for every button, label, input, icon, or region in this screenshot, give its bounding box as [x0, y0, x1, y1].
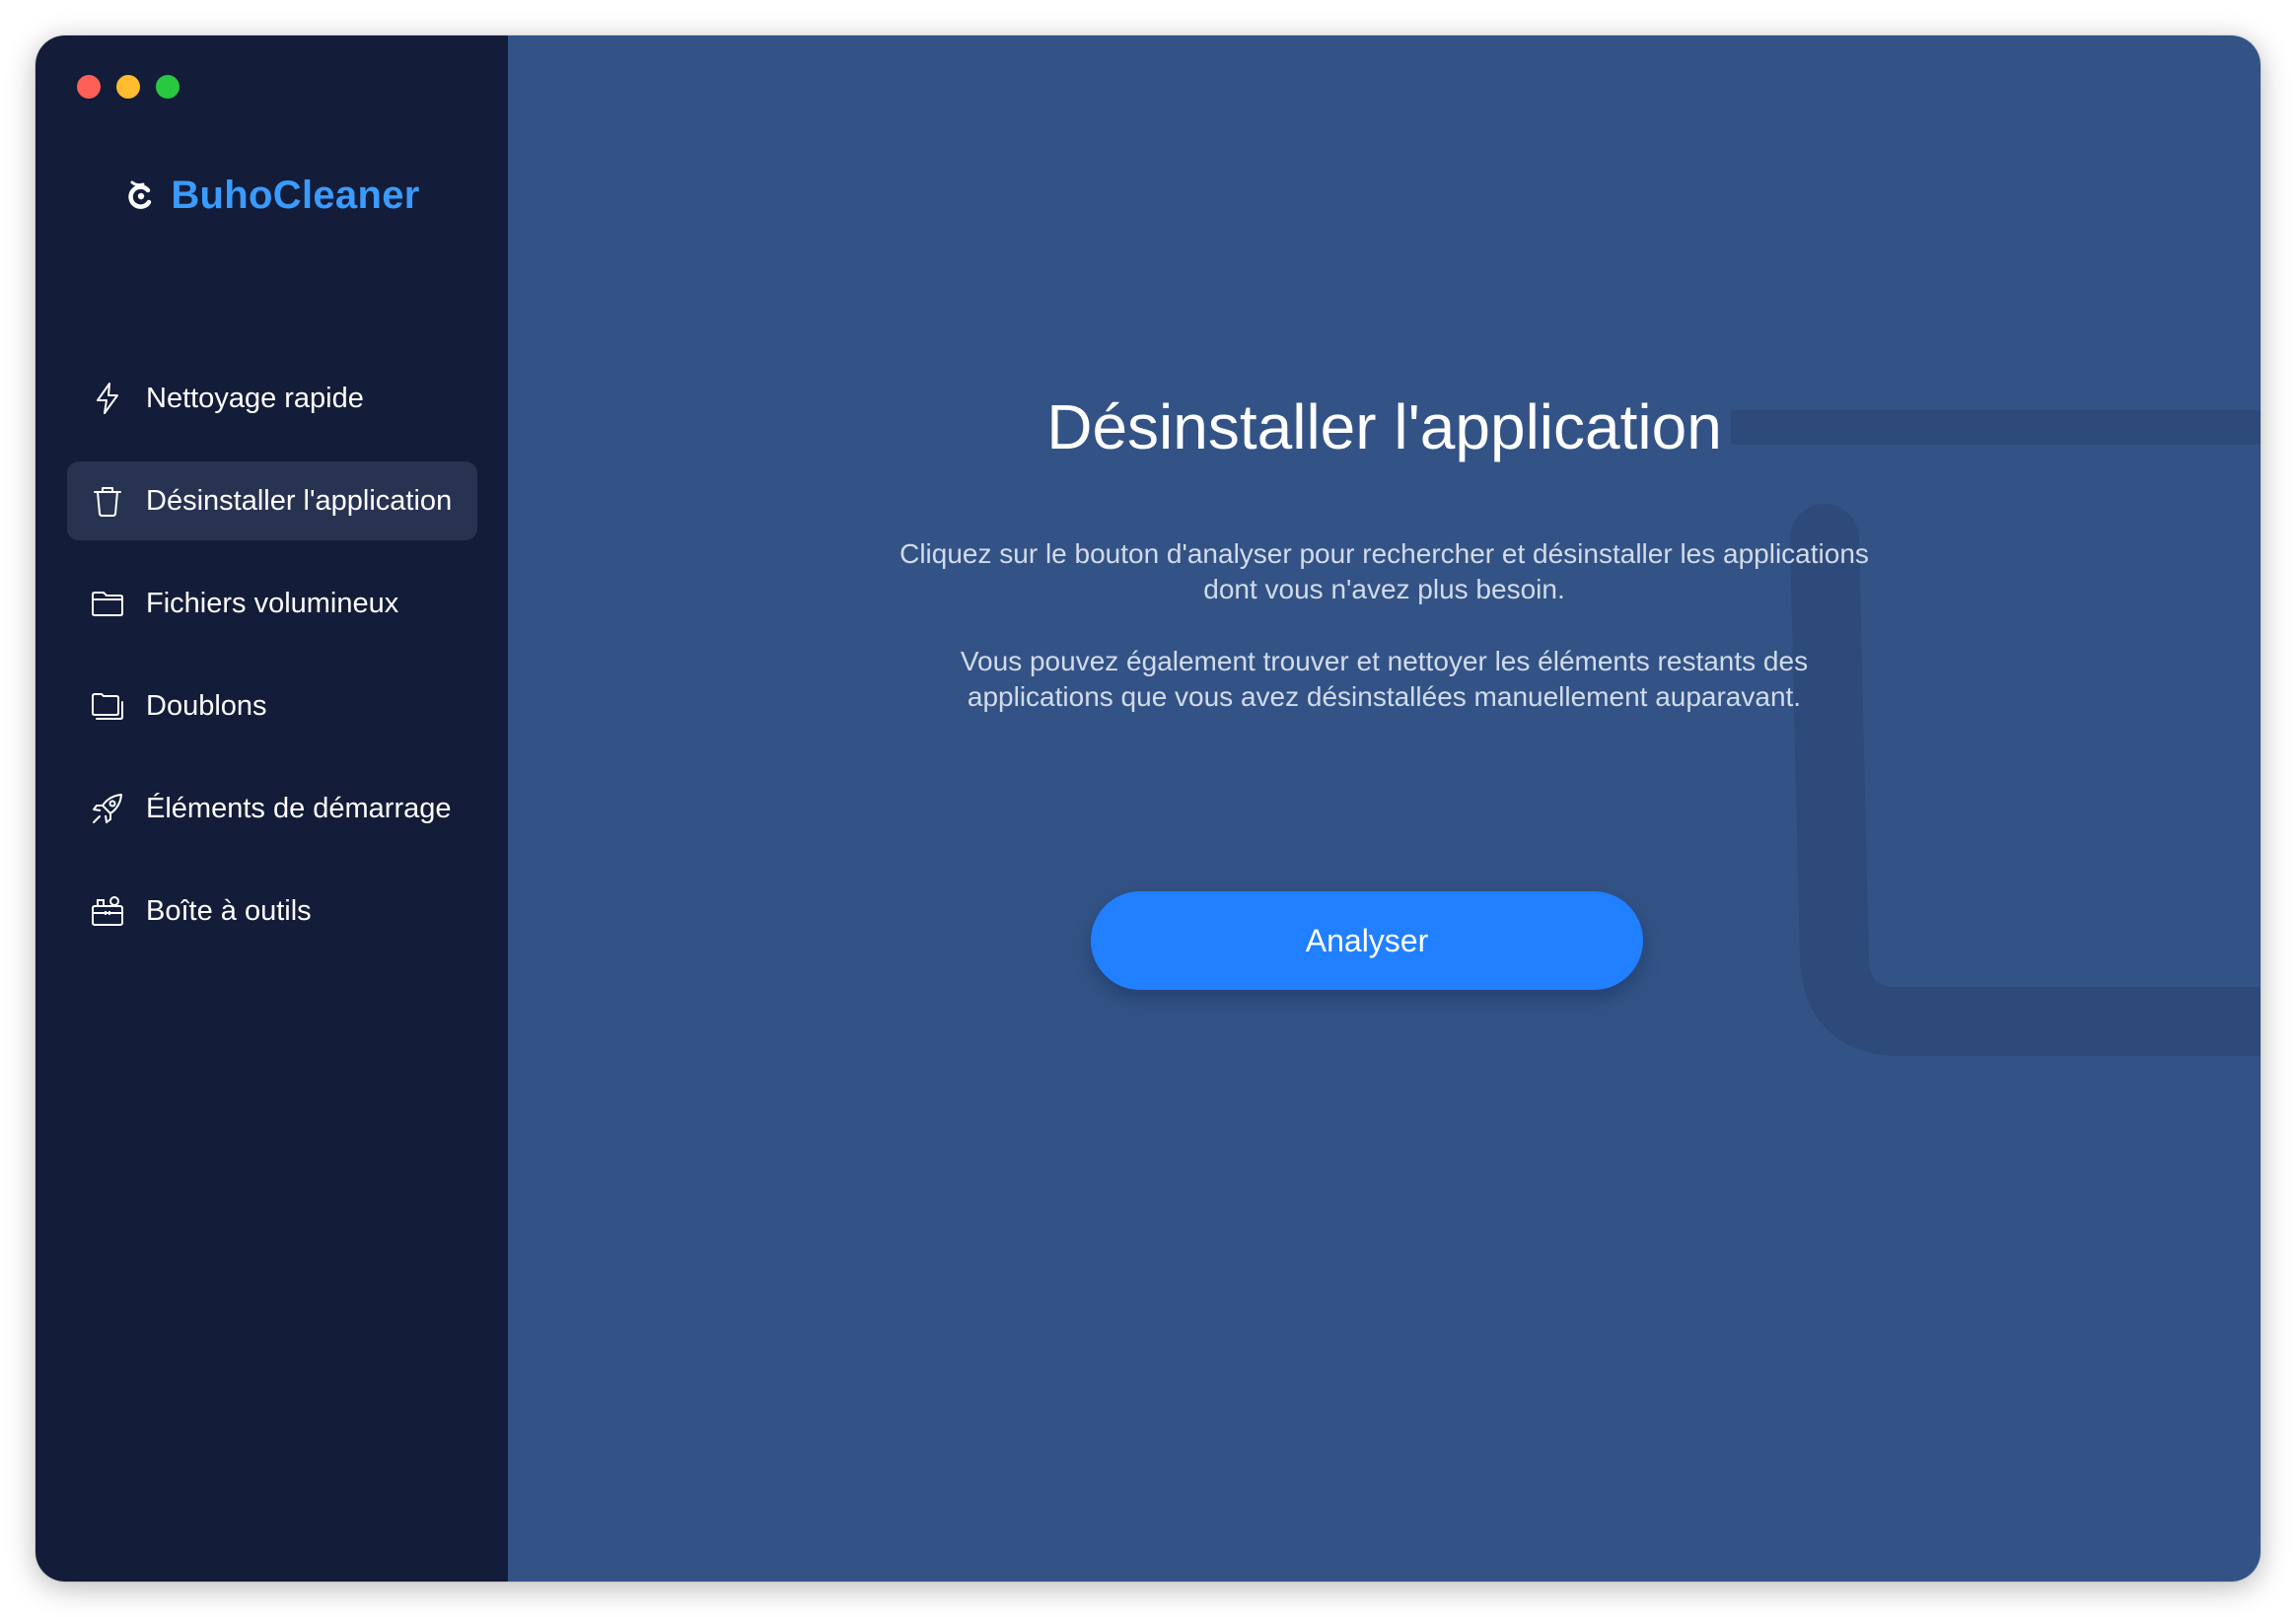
maximize-window-button[interactable]	[156, 75, 179, 99]
sidebar-item-quick-clean[interactable]: Nettoyage rapide	[67, 359, 477, 438]
description-line: applications que vous avez désinstallées…	[967, 681, 1802, 712]
duplicate-folder-icon	[89, 687, 126, 725]
toolbox-icon	[89, 892, 126, 930]
sidebar-item-duplicates[interactable]: Doublons	[67, 667, 477, 745]
buho-logo-icon	[128, 180, 152, 209]
sidebar-item-label: Désinstaller l'application	[146, 484, 453, 517]
page-title: Désinstaller l'application	[1046, 391, 1722, 462]
rocket-icon	[89, 790, 126, 827]
lightning-icon	[89, 380, 126, 417]
brand: BuhoCleaner	[36, 174, 508, 218]
description-line: dont vous n'avez plus besoin.	[1203, 574, 1565, 604]
description-secondary: Vous pouvez également trouver et nettoye…	[508, 644, 2260, 715]
description-line: Cliquez sur le bouton d'analyser pour re…	[899, 538, 1869, 569]
app-window: BuhoCleaner Nettoyage rapide Désinstalle…	[36, 35, 2260, 1582]
sidebar: BuhoCleaner Nettoyage rapide Désinstalle…	[36, 35, 508, 1582]
description-primary: Cliquez sur le bouton d'analyser pour re…	[508, 536, 2260, 607]
sidebar-item-startup-items[interactable]: Éléments de démarrage	[67, 769, 477, 848]
description-line: Vous pouvez également trouver et nettoye…	[960, 646, 1809, 676]
sidebar-item-label: Fichiers volumineux	[146, 587, 399, 619]
folder-icon	[89, 585, 126, 622]
sidebar-item-label: Boîte à outils	[146, 894, 312, 927]
sidebar-item-uninstall-app[interactable]: Désinstaller l'application	[67, 461, 477, 540]
app-name: BuhoCleaner	[171, 174, 420, 217]
analyze-button[interactable]: Analyser	[1091, 891, 1643, 990]
sidebar-item-toolbox[interactable]: Boîte à outils	[67, 872, 477, 950]
sidebar-item-label: Nettoyage rapide	[146, 382, 364, 414]
sidebar-item-large-files[interactable]: Fichiers volumineux	[67, 564, 477, 643]
close-window-button[interactable]	[77, 75, 101, 99]
window-controls	[77, 75, 179, 99]
trash-icon	[89, 482, 126, 520]
main-panel: Désinstaller l'application Cliquez sur l…	[508, 35, 2260, 1582]
sidebar-nav: Nettoyage rapide Désinstaller l'applicat…	[67, 359, 477, 974]
sidebar-item-label: Éléments de démarrage	[146, 792, 452, 824]
minimize-window-button[interactable]	[116, 75, 140, 99]
sidebar-item-label: Doublons	[146, 689, 267, 722]
